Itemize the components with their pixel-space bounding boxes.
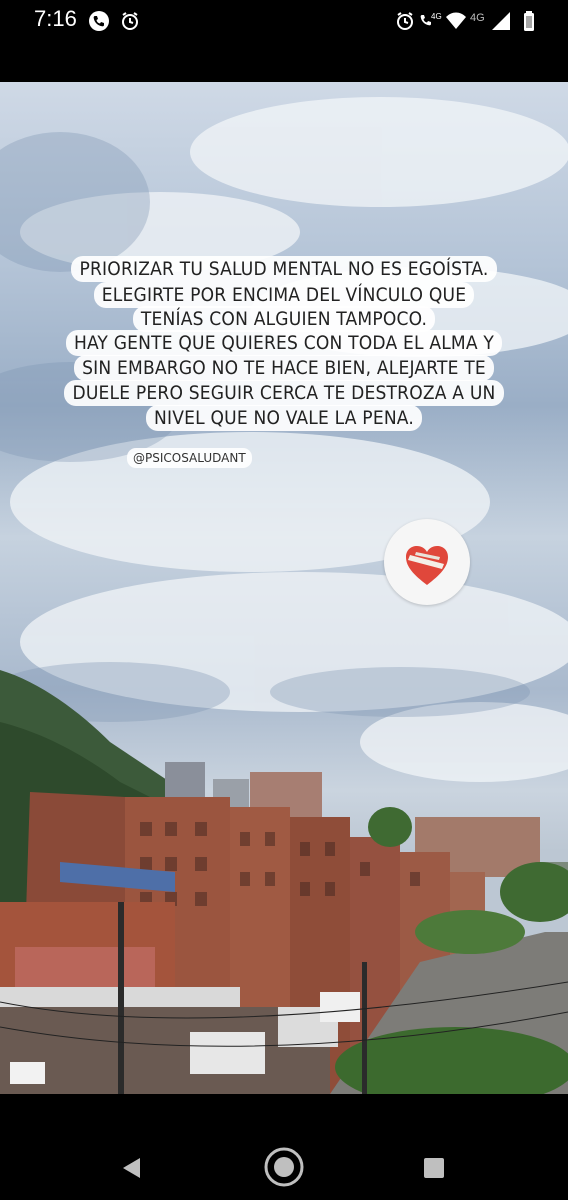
recents-square-icon[interactable]	[423, 1157, 445, 1179]
quote-line-4: HAY GENTE QUE QUIERES CON TODA EL ALMA Y	[0, 330, 568, 356]
quote-text-4: HAY GENTE QUE QUIERES CON TODA EL ALMA Y	[65, 330, 503, 356]
quote-text-3: TENÍAS CON ALGUIEN TAMPOCO.	[132, 306, 436, 332]
phone-call-icon	[89, 11, 109, 31]
quote-line-6: DUELE PERO SEGUIR CERCA TE DESTROZA A UN	[0, 380, 568, 406]
quote-line-2: ELEGIRTE POR ENCIMA DEL VÍNCULO QUE	[0, 282, 568, 308]
mention-tag[interactable]: @PSICOSALUDANT	[127, 448, 252, 468]
sky-and-city-background	[0, 97, 568, 1094]
clock-time: 7:16	[34, 6, 77, 31]
quote-line-5: SIN EMBARGO NO TE HACE BIEN, ALEJARTE TE	[0, 355, 568, 381]
network-label-left: 4G	[431, 12, 442, 21]
battery-icon	[524, 11, 534, 31]
quote-text-1: PRIORIZAR TU SALUD MENTAL NO ES EGOÍSTA.	[71, 256, 497, 282]
quote-line-3: TENÍAS CON ALGUIEN TAMPOCO.	[0, 306, 568, 332]
quote-text-2: ELEGIRTE POR ENCIMA DEL VÍNCULO QUE	[93, 282, 475, 308]
quote-line-7: NIVEL QUE NO VALE LA PENA.	[0, 405, 568, 431]
navigation-bar	[0, 1094, 568, 1200]
alarm-icon	[122, 12, 138, 30]
network-label-right: 4G	[470, 12, 485, 24]
cell-signal-icon: 4G	[470, 12, 510, 30]
back-triangle-icon[interactable]	[120, 1156, 142, 1180]
quote-text-6: DUELE PERO SEGUIR CERCA TE DESTROZA A UN	[64, 380, 504, 406]
wifi-icon	[446, 12, 466, 29]
alarm-icon-right	[397, 12, 413, 30]
quote-text-5: SIN EMBARGO NO TE HACE BIEN, ALEJARTE TE	[74, 355, 494, 381]
heart-sticker[interactable]	[384, 519, 470, 605]
volte-call-icon: 4G	[420, 12, 442, 26]
mending-heart-icon	[406, 546, 448, 585]
status-bar: 7:16 4G 4G	[0, 0, 568, 82]
quote-text-7: NIVEL QUE NO VALE LA PENA.	[146, 405, 422, 431]
home-circle-icon[interactable]	[263, 1146, 305, 1188]
quote-line-1: PRIORIZAR TU SALUD MENTAL NO ES EGOÍSTA.	[0, 256, 568, 282]
story-image[interactable]: PRIORIZAR TU SALUD MENTAL NO ES EGOÍSTA.…	[0, 82, 568, 1094]
